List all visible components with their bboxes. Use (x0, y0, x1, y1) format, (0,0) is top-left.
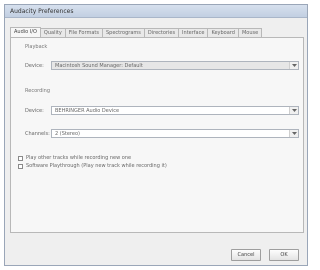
software-playthrough-checkbox[interactable] (18, 163, 23, 169)
ok-button[interactable]: OK (269, 249, 299, 261)
recording-group-label: Recording (25, 88, 51, 94)
cancel-button[interactable]: Cancel (231, 249, 261, 261)
window-title: Audacity Preferences (10, 8, 74, 15)
software-playthrough-label: Software Playthrough (Play new track whi… (26, 163, 167, 169)
preferences-window: Audacity Preferences Audio I/O Quality F… (4, 4, 308, 266)
chevron-down-icon (289, 130, 298, 137)
playback-device-label: Device: (25, 63, 44, 69)
playback-group-label: Playback (25, 44, 48, 50)
chevron-down-icon (289, 107, 298, 114)
playback-device-value: Macintosh Sound Manager: Default (55, 63, 143, 69)
recording-device-value: BEHRINGER Audio Device (55, 108, 120, 114)
tab-directories[interactable]: Directories (143, 28, 180, 37)
tab-spectrograms[interactable]: Spectrograms (101, 28, 145, 37)
play-other-tracks-label: Play other tracks while recording new on… (26, 155, 132, 161)
recording-device-label: Device: (25, 108, 44, 114)
play-other-tracks-option[interactable]: Play other tracks while recording new on… (18, 155, 131, 161)
chevron-down-icon (289, 62, 298, 69)
audio-io-panel: Playback Device: Macintosh Sound Manager… (10, 37, 304, 233)
tab-quality[interactable]: Quality (39, 28, 66, 37)
recording-channels-select[interactable]: 2 (Stereo) (51, 129, 299, 138)
recording-channels-value: 2 (Stereo) (55, 131, 80, 137)
playback-device-select[interactable]: Macintosh Sound Manager: Default (51, 61, 299, 70)
play-other-tracks-checkbox[interactable] (18, 155, 23, 161)
tab-mouse[interactable]: Mouse (237, 28, 263, 37)
tab-keyboard[interactable]: Keyboard (207, 28, 239, 37)
software-playthrough-option[interactable]: Software Playthrough (Play new track whi… (18, 163, 167, 169)
tab-interface[interactable]: Interface (178, 28, 209, 37)
recording-channels-label: Channels: (25, 131, 50, 137)
tab-file-formats[interactable]: File Formats (64, 28, 103, 37)
title-bar[interactable]: Audacity Preferences (5, 5, 307, 18)
tab-audio-io[interactable]: Audio I/O (10, 27, 41, 37)
recording-device-select[interactable]: BEHRINGER Audio Device (51, 106, 299, 115)
tab-strip: Audio I/O Quality File Formats Spectrogr… (10, 27, 302, 37)
